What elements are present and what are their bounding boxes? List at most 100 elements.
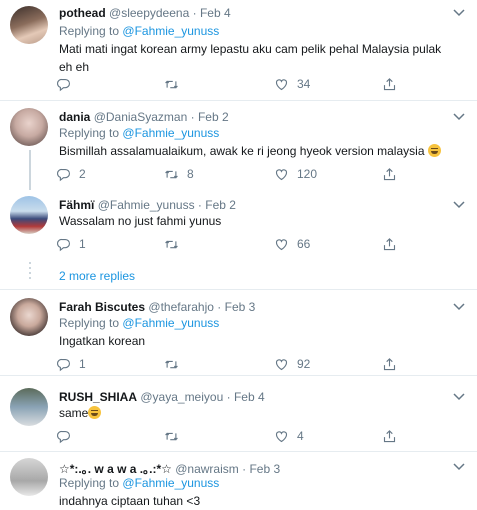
mention-link[interactable]: @Fahmie_yunuss <box>122 126 219 140</box>
tweet-header: ☆*:.｡. w a w a .｡.:*☆ @nawraism · Feb 3 <box>59 460 280 477</box>
retweet-button[interactable]: 8 <box>164 166 194 182</box>
display-name[interactable]: RUSH_SHIAA <box>59 390 137 404</box>
tweet-date[interactable]: Feb 2 <box>205 198 236 212</box>
avatar[interactable] <box>10 388 48 426</box>
retweet-icon <box>164 357 179 372</box>
reply-icon <box>56 357 71 372</box>
reply-icon <box>56 167 71 182</box>
separator-dot: · <box>197 198 202 212</box>
retweet-button[interactable] <box>164 236 187 252</box>
caret-down-icon[interactable] <box>453 302 465 312</box>
reply-count: 1 <box>79 357 86 371</box>
display-name[interactable]: dania <box>59 110 90 124</box>
caret-down-icon[interactable] <box>453 112 465 122</box>
display-name[interactable]: ☆*:.｡. w a w a .｡.:*☆ <box>59 462 172 476</box>
share-icon <box>382 429 397 444</box>
tweet-text: indahnya ciptaan tuhan <3 <box>59 494 201 508</box>
tweet-text: Wassalam no just fahmi yunus <box>59 214 222 228</box>
like-count: 120 <box>297 167 318 181</box>
share-button[interactable] <box>382 236 397 252</box>
like-icon <box>274 237 289 252</box>
retweet-count: 8 <box>187 167 194 181</box>
user-handle[interactable]: @thefarahjo <box>148 300 214 314</box>
retweet-button[interactable] <box>164 428 187 444</box>
tweet-header: RUSH_SHIAA @yaya_meiyou · Feb 4 <box>59 390 265 404</box>
user-handle[interactable]: @DaniaSyazman <box>94 110 188 124</box>
share-button[interactable] <box>382 76 397 92</box>
like-button[interactable]: 66 <box>274 236 310 252</box>
like-count: 4 <box>297 429 304 443</box>
tweet[interactable]: Fähmï @Fahmie_yunuss · Feb 2 Wassalam no… <box>0 190 477 260</box>
tweet-date[interactable]: Feb 2 <box>198 110 229 124</box>
tweet[interactable]: pothead @sleepydeena · Feb 4 Replying to… <box>0 0 477 101</box>
tweet[interactable]: RUSH_SHIAA @yaya_meiyou · Feb 4 same 4 <box>0 376 477 452</box>
display-name[interactable]: pothead <box>59 6 106 20</box>
tweet-text: Mati mati ingat korean army lepastu aku … <box>59 42 442 74</box>
display-name[interactable]: Fähmï <box>59 198 94 212</box>
like-button[interactable]: 92 <box>274 356 310 372</box>
reply-count: 1 <box>79 237 86 251</box>
tweet-text: Bismillah assalamualaikum, awak ke ri je… <box>59 142 457 160</box>
share-button[interactable] <box>382 356 397 372</box>
retweet-button[interactable] <box>164 76 187 92</box>
display-name[interactable]: Farah Biscutes <box>59 300 145 314</box>
tweet-date[interactable]: Feb 3 <box>225 300 256 314</box>
avatar[interactable] <box>10 108 48 146</box>
user-handle[interactable]: @Fahmie_yunuss <box>98 198 195 212</box>
user-handle[interactable]: @nawraism <box>175 462 239 476</box>
user-handle[interactable]: @sleepydeena <box>109 6 189 20</box>
reply-button[interactable] <box>56 76 79 92</box>
reply-button[interactable]: 1 <box>56 236 86 252</box>
tweet[interactable]: dania @DaniaSyazman · Feb 2 Replying to … <box>0 100 477 190</box>
caret-down-icon[interactable] <box>453 462 465 472</box>
reply-count: 2 <box>79 167 86 181</box>
mention-link[interactable]: @Fahmie_yunuss <box>122 24 219 38</box>
thread-line <box>29 150 31 190</box>
replying-to-label: Replying to <box>59 476 120 490</box>
retweet-icon <box>164 237 179 252</box>
laughing-emoji-icon <box>427 144 441 157</box>
tweet[interactable]: Farah Biscutes @thefarahjo · Feb 3 Reply… <box>0 290 477 376</box>
tweet-text: Ingatkan korean <box>59 334 146 348</box>
like-button[interactable]: 4 <box>274 428 304 444</box>
tweet-text: same <box>59 404 457 422</box>
avatar[interactable] <box>10 458 48 496</box>
separator-dot: · <box>226 390 231 404</box>
replies-feed: pothead @sleepydeena · Feb 4 Replying to… <box>0 0 477 508</box>
share-button[interactable] <box>382 166 397 182</box>
like-icon <box>274 167 289 182</box>
like-button[interactable]: 120 <box>274 166 317 182</box>
tweet-header: pothead @sleepydeena · Feb 4 <box>59 6 231 20</box>
like-icon <box>274 357 289 372</box>
mention-link[interactable]: @Fahmie_yunuss <box>122 476 219 490</box>
tweet-header: Fähmï @Fahmie_yunuss · Feb 2 <box>59 198 236 212</box>
tweet-date[interactable]: Feb 3 <box>249 462 280 476</box>
tweet[interactable]: ☆*:.｡. w a w a .｡.:*☆ @nawraism · Feb 3 … <box>0 452 477 508</box>
avatar[interactable] <box>10 6 48 44</box>
reply-button[interactable]: 2 <box>56 166 86 182</box>
replying-to-label: Replying to <box>59 24 120 38</box>
share-button[interactable] <box>382 428 397 444</box>
user-handle[interactable]: @yaya_meiyou <box>140 390 223 404</box>
retweet-icon <box>164 167 179 182</box>
caret-down-icon[interactable] <box>453 392 465 402</box>
like-button[interactable]: 34 <box>274 76 310 92</box>
show-more-replies-link[interactable]: 2 more replies <box>59 269 135 283</box>
tweet-date[interactable]: Feb 4 <box>234 390 265 404</box>
retweet-button[interactable] <box>164 356 187 372</box>
avatar[interactable] <box>10 196 48 234</box>
thread-dots <box>29 262 31 282</box>
replying-to: Replying to @Fahmie_yunuss <box>59 316 219 330</box>
caret-down-icon[interactable] <box>453 8 465 18</box>
mention-link[interactable]: @Fahmie_yunuss <box>122 316 219 330</box>
caret-down-icon[interactable] <box>453 200 465 210</box>
share-icon <box>382 237 397 252</box>
replying-to: Replying to @Fahmie_yunuss <box>59 126 219 140</box>
share-icon <box>382 167 397 182</box>
reply-button[interactable]: 1 <box>56 356 86 372</box>
reply-button[interactable] <box>56 428 79 444</box>
reply-icon <box>56 429 71 444</box>
avatar[interactable] <box>10 298 48 336</box>
laughing-emoji-icon <box>88 406 102 419</box>
tweet-date[interactable]: Feb 4 <box>200 6 231 20</box>
